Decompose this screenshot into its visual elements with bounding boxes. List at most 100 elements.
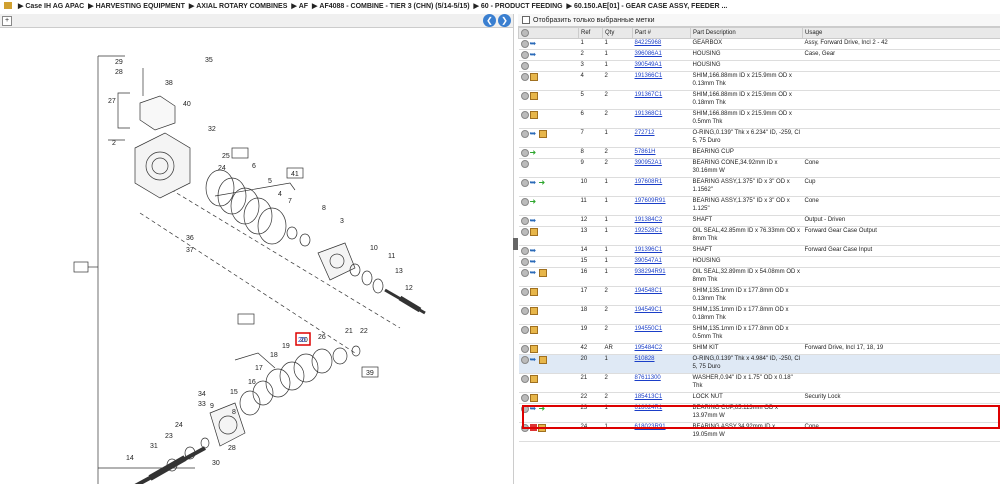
cart-icon[interactable]: ➥ <box>530 247 538 255</box>
table-row[interactable]: ➥ 16 1 938294R91 OIL SEAL,32.89mm ID x 54.08… <box>518 267 1000 287</box>
next-arrow-icon[interactable]: ❯ <box>498 14 511 27</box>
table-row[interactable]: 42 AR 195484C2 SHIM KIT Forward Drive, Incl … <box>518 343 1000 355</box>
package-icon[interactable] <box>537 424 546 432</box>
part-number-link[interactable]: 510828 <box>635 356 655 362</box>
part-number-link[interactable]: 57861H <box>635 149 656 155</box>
table-row[interactable]: ➥ 15 1 390547A1 HOUSING <box>518 256 1000 268</box>
part-number-link[interactable]: 272712 <box>635 130 655 136</box>
info-icon[interactable] <box>520 160 529 168</box>
package-icon[interactable] <box>529 288 538 296</box>
part-number-link[interactable]: 191396C1 <box>635 247 663 253</box>
previous-arrow-icon[interactable]: ❮ <box>483 14 496 27</box>
info-icon[interactable] <box>520 405 529 413</box>
cart-icon[interactable]: ➥ <box>530 269 538 277</box>
part-number-link[interactable]: 191366C1 <box>635 73 663 79</box>
package-icon[interactable] <box>538 269 547 277</box>
table-row[interactable]: ➥ 14 1 191396C1 SHAFT Forward Gear Case Input <box>518 245 1000 257</box>
breadcrumb-item[interactable]: HARVESTING EQUIPMENT <box>96 3 185 10</box>
package-icon[interactable] <box>529 375 538 383</box>
info-icon[interactable] <box>520 51 529 59</box>
info-icon[interactable] <box>520 40 529 48</box>
table-row[interactable]: 5 2 191367C1 SHIM,166.88mm ID x 215.9mm OD … <box>518 90 1000 110</box>
package-icon[interactable] <box>529 326 538 334</box>
table-row[interactable]: ➥ 2 1 396086A1 HOUSING Case, Gear <box>518 49 1000 61</box>
part-number-link[interactable]: 185413C1 <box>635 394 663 400</box>
info-icon[interactable] <box>520 326 529 334</box>
part-number-link[interactable]: 191384C2 <box>635 217 663 223</box>
info-icon[interactable] <box>520 394 529 402</box>
part-number-link[interactable]: 197609R91 <box>635 198 666 204</box>
part-number-link[interactable]: 390547A1 <box>635 258 662 264</box>
table-row[interactable]: ➥ 1 1 84225968 GEARBOX Assy, Forward Drive, I… <box>518 38 1000 50</box>
info-icon[interactable] <box>520 92 529 100</box>
package-icon[interactable] <box>529 345 538 353</box>
table-row[interactable]: ➥ ➜ 23 1 618024R1 BEARING CUP,65.113mm OD x 1… <box>518 403 1000 423</box>
replacement-arrow-icon[interactable]: ➜ <box>530 149 538 157</box>
table-row[interactable]: 22 2 185413C1 LOCK NUT Security Lock <box>518 392 1000 404</box>
cart-icon[interactable]: ➥ <box>530 356 538 364</box>
cart-icon[interactable]: ➥ <box>530 179 538 187</box>
table-row[interactable]: 21 2 87611300 WASHER,0.94" ID x 1.75" OD x … <box>518 373 1000 393</box>
cart-icon[interactable]: ➥ <box>530 217 538 225</box>
info-icon[interactable] <box>520 228 529 236</box>
table-row[interactable]: ➜ 8 2 57861H BEARING CUP <box>518 147 1000 159</box>
cart-icon[interactable]: ➥ <box>530 130 538 138</box>
part-number-link[interactable]: 87611300 <box>635 375 661 381</box>
table-row[interactable]: 6 2 191368C1 SHIM,166.88mm ID x 215.9mm OD … <box>518 109 1000 129</box>
package-icon[interactable] <box>538 130 547 138</box>
part-number-link[interactable]: 192528C1 <box>635 228 663 234</box>
part-number-link[interactable]: 191368C1 <box>635 111 663 117</box>
breadcrumb-item[interactable]: Case IH AG APAC <box>25 3 84 10</box>
part-number-link[interactable]: 194548C1 <box>635 288 663 294</box>
info-icon[interactable] <box>520 217 529 225</box>
table-row[interactable]: ➥ 12 1 191384C2 SHAFT Output - Driven <box>518 215 1000 227</box>
package-icon[interactable] <box>529 73 538 81</box>
table-row[interactable]: 17 2 194548C1 SHIM,135.1mm ID x 177.8mm OD … <box>518 286 1000 306</box>
package-icon[interactable] <box>538 356 547 364</box>
cart-icon[interactable]: ➥ <box>530 40 538 48</box>
info-icon[interactable] <box>520 269 529 277</box>
info-icon[interactable] <box>520 179 529 187</box>
table-row[interactable]: 13 1 192528C1 OIL SEAL,42.85mm ID x 76.33mm… <box>518 226 1000 246</box>
table-row[interactable]: 4 2 191366C1 SHIM,166.88mm ID x 215.9mm OD … <box>518 71 1000 91</box>
info-icon[interactable] <box>520 130 529 138</box>
part-number-link[interactable]: 194549C1 <box>635 307 663 313</box>
info-icon[interactable] <box>520 149 529 157</box>
header-ref[interactable]: Ref <box>578 27 603 39</box>
info-icon[interactable] <box>520 375 529 383</box>
info-icon[interactable] <box>520 307 529 315</box>
part-number-link[interactable]: 197608R1 <box>635 179 663 185</box>
part-number-link[interactable]: 84225968 <box>635 40 662 46</box>
info-icon[interactable] <box>520 258 529 266</box>
package-icon[interactable] <box>529 394 538 402</box>
breadcrumb-item[interactable]: AF <box>299 3 308 10</box>
info-icon[interactable] <box>520 424 529 432</box>
part-number-link[interactable]: 938294R91 <box>635 269 666 275</box>
header-desc[interactable]: Part Description <box>690 27 803 39</box>
breadcrumb-item[interactable]: AXIAL ROTARY COMBINES <box>196 3 287 10</box>
header-qty[interactable]: Qty <box>602 27 633 39</box>
part-number-link[interactable]: 618024R1 <box>635 405 663 411</box>
table-row[interactable]: 3 1 390549A1 HOUSING <box>518 60 1000 72</box>
table-row[interactable]: ➥ 20 1 510828 O-RING,0.139" Thk x 4.984" ID,… <box>518 354 1000 374</box>
table-row[interactable]: 24 1 618023R91 BEARING ASSY,34.92mm ID x 19… <box>518 422 1000 442</box>
package-icon[interactable] <box>529 111 538 119</box>
table-row[interactable]: 19 2 194550C1 SHIM,135.1mm ID x 177.8mm OD … <box>518 324 1000 344</box>
part-number-link[interactable]: 390549A1 <box>635 62 662 68</box>
flag-icon[interactable] <box>529 424 537 431</box>
settings-icon[interactable] <box>521 29 529 37</box>
part-number-link[interactable]: 396086A1 <box>635 51 662 57</box>
info-icon[interactable] <box>520 62 529 70</box>
info-icon[interactable] <box>520 111 529 119</box>
info-icon[interactable] <box>520 356 529 364</box>
replacement-arrow-icon[interactable]: ➜ <box>530 198 538 206</box>
show-selected-checkbox[interactable] <box>522 16 530 24</box>
breadcrumb-item[interactable]: 60.150.AE[01] - GEAR CASE ASSY, FEEDER .… <box>574 3 727 10</box>
breadcrumb-item[interactable]: 60 - PRODUCT FEEDING <box>481 3 563 10</box>
part-number-link[interactable]: 390952A1 <box>635 160 662 166</box>
table-row[interactable]: ➥ ➜ 10 1 197608R1 BEARING ASSY,1.375" ID x 3"… <box>518 177 1000 197</box>
cart-icon[interactable]: ➥ <box>530 258 538 266</box>
part-number-link[interactable]: 195484C2 <box>635 345 663 351</box>
table-row[interactable]: ➜ 11 1 197609R91 BEARING ASSY,1.375" ID x 3"… <box>518 196 1000 216</box>
breadcrumb-item[interactable]: AF4088 - COMBINE - TIER 3 (CHN) (5/14-5/… <box>319 3 469 10</box>
